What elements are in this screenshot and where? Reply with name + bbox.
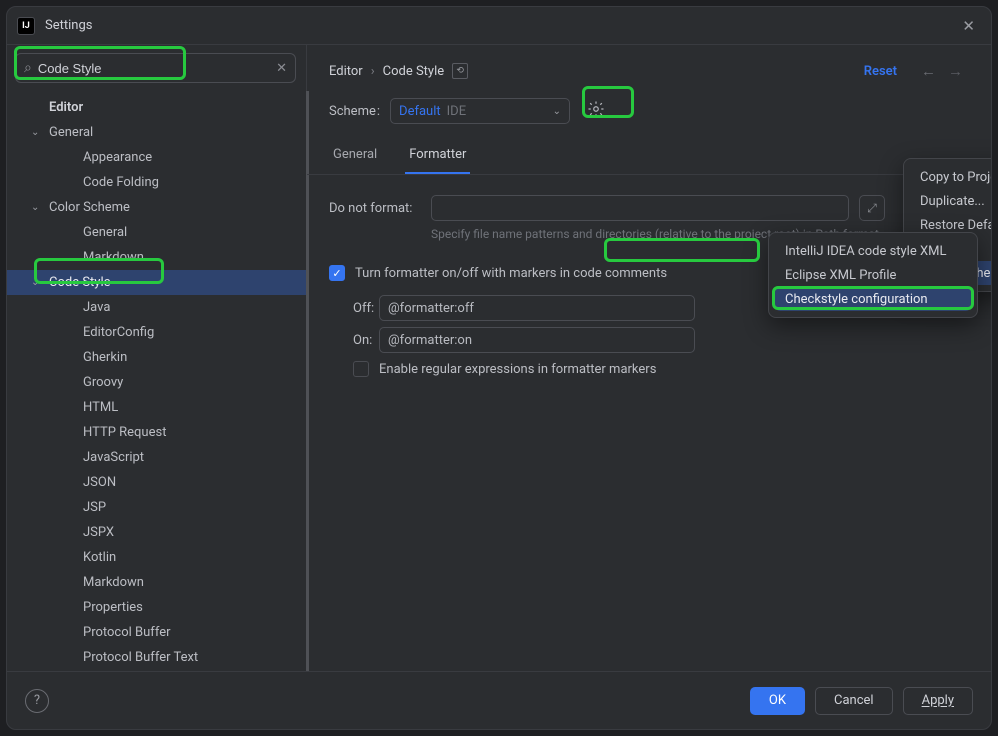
tree-item-markdown[interactable]: Markdown (7, 570, 306, 595)
ok-button[interactable]: OK (750, 687, 805, 715)
scheme-value: Default (399, 104, 441, 119)
import-scheme-menu: IntelliJ IDEA code style XML Eclipse XML… (768, 232, 978, 318)
menu-import-eclipse[interactable]: Eclipse XML Profile (775, 263, 971, 287)
turn-onoff-checkbox[interactable]: ✓ (329, 265, 345, 281)
apply-button[interactable]: Apply (903, 687, 973, 715)
tree-item-code-folding[interactable]: Code Folding (7, 170, 306, 195)
chevron-down-icon: ⌄ (553, 106, 561, 117)
search-field[interactable] (38, 61, 276, 76)
turn-onoff-label: Turn formatter on/off with markers in co… (355, 266, 667, 281)
settings-tree[interactable]: EditorGeneralAppearanceCode FoldingColor… (7, 91, 309, 671)
tree-item-jsp[interactable]: JSP (7, 495, 306, 520)
scheme-actions-button[interactable] (580, 97, 612, 125)
tree-item-json[interactable]: JSON (7, 470, 306, 495)
on-label: On: (329, 333, 369, 348)
tree-item-protocol-buffer-text[interactable]: Protocol Buffer Text (7, 645, 306, 670)
tree-item-properties[interactable]: Properties (7, 595, 306, 620)
regex-checkbox[interactable] (353, 361, 369, 377)
expand-input-button[interactable]: ⤢ (859, 195, 885, 221)
breadcrumb-codestyle: Code Style (383, 64, 445, 79)
on-input[interactable]: @formatter:on (379, 327, 695, 353)
app-icon: IJ (17, 17, 35, 35)
cancel-button[interactable]: Cancel (815, 687, 893, 715)
expand-icon: ⤢ (861, 197, 883, 219)
off-label: Off: (329, 301, 369, 316)
tree-item-appearance[interactable]: Appearance (7, 145, 306, 170)
tree-item-editor[interactable]: Editor (7, 95, 306, 120)
do-not-format-input[interactable] (431, 195, 849, 221)
nav-forward-icon[interactable]: → (942, 58, 969, 84)
tabs: General Formatter (307, 139, 991, 175)
scheme-scope: IDE (447, 104, 466, 119)
clear-icon[interactable]: ✕ (276, 61, 287, 76)
tree-item-general[interactable]: General (7, 220, 306, 245)
tree-item-jspx[interactable]: JSPX (7, 520, 306, 545)
tab-formatter[interactable]: Formatter (405, 139, 470, 174)
reset-button[interactable]: Reset (864, 64, 897, 79)
tree-item-protocol-buffer[interactable]: Protocol Buffer (7, 620, 306, 645)
menu-import-intellij[interactable]: IntelliJ IDEA code style XML (775, 239, 971, 263)
tree-item-kotlin[interactable]: Kotlin (7, 545, 306, 570)
help-button[interactable]: ? (25, 689, 49, 713)
tree-item-html[interactable]: HTML (7, 395, 306, 420)
tree-item-groovy[interactable]: Groovy (7, 370, 306, 395)
off-input[interactable]: @formatter:off (379, 295, 695, 321)
tree-item-editorconfig[interactable]: EditorConfig (7, 320, 306, 345)
titlebar: IJ Settings ✕ (7, 7, 991, 45)
tree-item-markdown[interactable]: Markdown (7, 245, 306, 270)
tree-item-gherkin[interactable]: Gherkin (7, 345, 306, 370)
window-title: Settings (45, 18, 92, 33)
breadcrumb: Editor › Code Style ⟲ (329, 63, 468, 79)
tree-item-javascript[interactable]: JavaScript (7, 445, 306, 470)
revert-icon[interactable]: ⟲ (452, 63, 468, 79)
tree-item-code-style[interactable]: Code Style (7, 270, 306, 295)
chevron-right-icon: › (371, 64, 375, 79)
tree-item-java[interactable]: Java (7, 295, 306, 320)
menu-duplicate[interactable]: Duplicate... (910, 189, 991, 213)
menu-import-checkstyle[interactable]: Checkstyle configuration (775, 287, 971, 311)
tree-item-http-request[interactable]: HTTP Request (7, 420, 306, 445)
do-not-format-label: Do not format: (329, 201, 421, 216)
tree-item-color-scheme[interactable]: Color Scheme (7, 195, 306, 220)
tab-general[interactable]: General (329, 139, 381, 174)
search-input[interactable]: ⌕ ✕ (15, 53, 296, 83)
tree-item-general[interactable]: General (7, 120, 306, 145)
scheme-label: Scheme (329, 104, 380, 119)
nav-back-icon[interactable]: ← (915, 58, 942, 84)
chevron-icon (31, 277, 39, 288)
search-icon: ⌕ (24, 60, 32, 76)
close-icon[interactable]: ✕ (956, 13, 981, 39)
menu-copy-to-project[interactable]: Copy to Project... (910, 165, 991, 189)
breadcrumb-editor[interactable]: Editor (329, 64, 363, 79)
chevron-icon (31, 202, 39, 213)
chevron-icon (31, 127, 39, 138)
scheme-select[interactable]: Default IDE ⌄ (390, 98, 570, 124)
regex-label: Enable regular expressions in formatter … (379, 362, 656, 377)
gear-icon (587, 100, 605, 122)
